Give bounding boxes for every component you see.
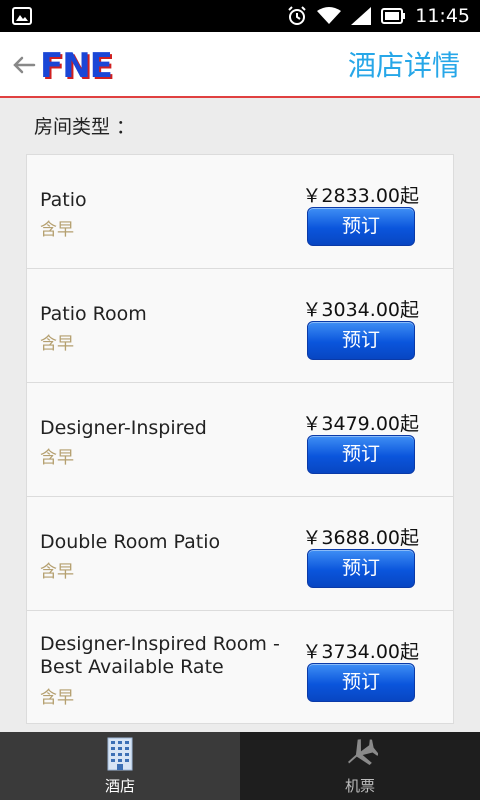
room-name: Double Room Patio: [40, 531, 221, 553]
signal-icon: [351, 7, 372, 25]
bottom-tab-bar: 酒店 机票: [0, 732, 480, 800]
room-item: Patio Room 含早 ￥3034.00起 预订: [27, 269, 453, 383]
breakfast-included-label: 含早: [40, 562, 74, 582]
room-item: Double Room Patio 含早 ￥3688.00起 预订: [27, 497, 453, 611]
battery-icon: [381, 8, 406, 24]
book-button[interactable]: 预订: [307, 207, 415, 246]
back-arrow-icon[interactable]: [12, 54, 36, 76]
room-name: Designer-Inspired: [40, 417, 207, 439]
status-bar: 11:45: [0, 0, 480, 32]
book-button[interactable]: 预订: [307, 435, 415, 474]
room-item: Designer-Inspired Room - Best Available …: [27, 611, 453, 723]
room-price: ￥3479.00起: [302, 413, 419, 435]
page-title: 酒店详情: [347, 49, 460, 82]
hotel-building-icon: [107, 737, 133, 771]
book-button[interactable]: 预订: [307, 663, 415, 702]
room-type-label: 房间类型 ：: [34, 116, 136, 138]
tab-hotel[interactable]: 酒店: [0, 732, 240, 800]
breakfast-included-label: 含早: [40, 220, 74, 240]
tab-label: 机票: [344, 777, 375, 795]
status-time: 11:45: [415, 5, 470, 27]
room-name: Patio Room: [40, 303, 147, 325]
book-button[interactable]: 预订: [307, 549, 415, 588]
breakfast-included-label: 含早: [40, 448, 74, 468]
airplane-icon: [348, 739, 378, 765]
book-button[interactable]: 预订: [307, 321, 415, 360]
app-header: FNE 酒店详情: [0, 32, 480, 98]
image-notification-icon: [12, 7, 32, 25]
room-price: ￥3734.00起: [302, 641, 419, 663]
tab-flight[interactable]: 机票: [240, 732, 480, 800]
tab-label: 酒店: [104, 777, 135, 795]
room-name: Patio: [40, 189, 87, 211]
breakfast-included-label: 含早: [40, 334, 74, 354]
breakfast-included-label: 含早: [40, 688, 74, 708]
room-price: ￥3034.00起: [302, 299, 419, 321]
room-list: Patio 含早 ￥2833.00起 预订 Patio Room 含早 ￥303…: [26, 154, 454, 724]
room-item: Patio 含早 ￥2833.00起 预订: [27, 155, 453, 269]
room-item: Designer-Inspired 含早 ￥3479.00起 预订: [27, 383, 453, 497]
room-price: ￥3688.00起: [302, 527, 419, 549]
wifi-icon: [317, 7, 342, 24]
room-price: ￥2833.00起: [302, 185, 419, 207]
alarm-icon: [288, 6, 306, 25]
fne-logo: FNE: [40, 46, 113, 86]
room-name: Designer-Inspired Room - Best Available …: [40, 633, 280, 678]
